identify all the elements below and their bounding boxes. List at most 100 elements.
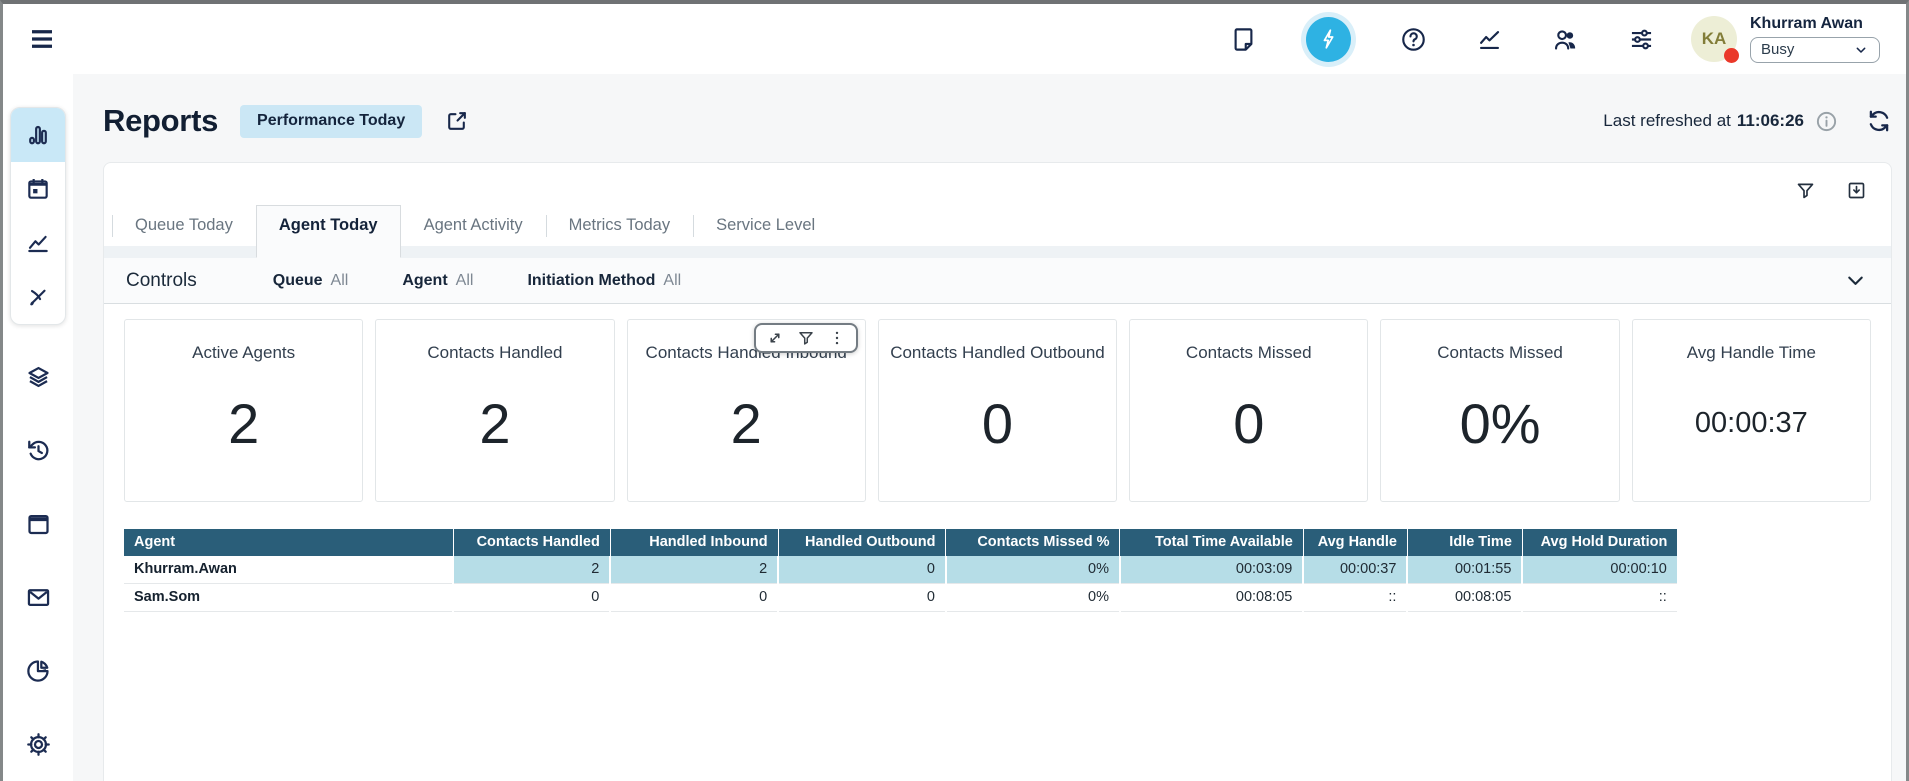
browser-window-icon [25, 511, 52, 538]
column-header-contacts-handled[interactable]: Contacts Handled [453, 529, 610, 556]
table-cell: 0 [610, 584, 778, 612]
help-icon[interactable] [1400, 26, 1427, 53]
avatar-initials: KA [1702, 29, 1727, 49]
kpi-card-value: 00:00:37 [1695, 363, 1808, 501]
filter-funnel-icon[interactable] [1795, 180, 1816, 201]
controls-collapse-chevron-icon[interactable] [1844, 269, 1867, 292]
download-icon[interactable] [1846, 180, 1867, 201]
table-cell: 00:01:55 [1407, 556, 1522, 584]
design-brush-icon [25, 284, 51, 310]
kpi-card-value: 0% [1460, 363, 1541, 501]
kpi-card-title: Contacts Missed [1186, 343, 1312, 363]
table-cell: :: [1522, 584, 1677, 612]
sidebar-item-reports[interactable] [11, 108, 65, 162]
card-hover-toolbar [754, 323, 858, 353]
table-cell: 2 [610, 556, 778, 584]
column-header-total-time-available[interactable]: Total Time Available [1120, 529, 1303, 556]
filter-queue[interactable]: Queue All [273, 272, 349, 290]
tab-service-level[interactable]: Service Level [693, 205, 838, 258]
sidebar-item-history[interactable] [11, 414, 65, 487]
column-header-avg-hold-duration[interactable]: Avg Hold Duration [1522, 529, 1677, 556]
status-dot [1724, 48, 1739, 63]
last-refreshed-label: Last refreshed at [1603, 111, 1731, 131]
table-cell: 0 [778, 584, 946, 612]
kpi-card-value: 0 [982, 363, 1013, 501]
status-select-value: Busy [1761, 41, 1794, 58]
notes-icon[interactable] [1230, 26, 1257, 53]
table-cell: 00:00:10 [1522, 556, 1677, 584]
sidebar-item-dashboard[interactable] [11, 634, 65, 707]
table-row: Khurram.Awan2200%00:03:0900:00:3700:01:5… [124, 556, 1678, 584]
avatar[interactable]: KA [1691, 16, 1737, 62]
column-header-agent[interactable]: Agent [124, 529, 453, 556]
table-cell: 0% [946, 584, 1120, 612]
filter-value: All [331, 272, 349, 289]
agents-icon[interactable] [1552, 26, 1579, 53]
expand-icon[interactable] [766, 329, 784, 347]
tab-queue-today[interactable]: Queue Today [112, 205, 256, 258]
kpi-card-title: Contacts Handled Outbound [890, 343, 1105, 363]
filter-label: Agent [402, 272, 447, 289]
line-chart-icon [25, 230, 51, 256]
calendar-icon [25, 176, 51, 202]
settings-sliders-icon[interactable] [1628, 26, 1655, 53]
kebab-menu-icon[interactable] [828, 329, 846, 347]
info-icon[interactable] [1815, 110, 1838, 133]
quick-connect-bolt-icon[interactable] [1306, 17, 1351, 62]
sidebar-item-schedule[interactable] [11, 162, 65, 216]
kpi-card-value: 0 [1233, 363, 1264, 501]
tab-agent-activity[interactable]: Agent Activity [401, 205, 546, 258]
filter-initiation-method[interactable]: Initiation MethodAll [527, 272, 681, 290]
kpi-card-title: Contacts Missed [1437, 343, 1563, 363]
tab-metrics-today[interactable]: Metrics Today [546, 205, 693, 258]
filter-agent[interactable]: AgentAll [402, 272, 473, 290]
report-badge[interactable]: Performance Today [240, 105, 422, 138]
refresh-icon[interactable] [1866, 108, 1892, 134]
kpi-card-avg-handle-time: Avg Handle Time00:00:37 [1632, 319, 1871, 502]
kpi-card-contacts-handled: Contacts Handled2 [375, 319, 614, 502]
kpi-card-contacts-handled-inbound: Contacts Handled Inbound2 [627, 319, 866, 502]
user-name: Khurram Awan [1750, 15, 1880, 33]
report-panel: Queue TodayAgent TodayAgent ActivityMetr… [103, 162, 1892, 781]
table-cell: 2 [453, 556, 610, 584]
external-link-icon[interactable] [444, 109, 469, 134]
kpi-card-value: 2 [731, 363, 762, 501]
kpi-card-contacts-handled-outbound: Contacts Handled Outbound0 [878, 319, 1117, 502]
sidebar-item-layers[interactable] [11, 341, 65, 414]
history-icon [25, 437, 52, 464]
status-select[interactable]: Busy [1750, 37, 1880, 63]
filter-funnel-icon[interactable] [797, 329, 815, 347]
filter-label: Queue [273, 272, 323, 289]
table-row: Sam.Som0000%00:08:05::00:08:05:: [124, 584, 1678, 612]
sidebar-item-mail[interactable] [11, 561, 65, 634]
sidebar-item-analytics[interactable] [11, 216, 65, 270]
sidebar-item-customize[interactable] [11, 270, 65, 324]
agent-name-cell: Sam.Som [124, 584, 453, 612]
table-cell: 0 [778, 556, 946, 584]
column-header-handled-outbound[interactable]: Handled Outbound [778, 529, 946, 556]
tab-agent-today[interactable]: Agent Today [256, 205, 401, 258]
chevron-down-icon [1853, 42, 1869, 58]
kpi-card-title: Avg Handle Time [1687, 343, 1816, 363]
agent-table-wrap: AgentContacts HandledHandled InboundHand… [104, 502, 1891, 612]
table-cell: 00:03:09 [1120, 556, 1303, 584]
column-header-handled-inbound[interactable]: Handled Inbound [610, 529, 778, 556]
hamburger-menu-icon[interactable] [27, 24, 57, 54]
sidebar-item-settings[interactable] [11, 708, 65, 781]
table-cell: 00:08:05 [1120, 584, 1303, 612]
controls-filters: Queue All AgentAll Initiation MethodAll [273, 272, 735, 290]
bar-chart-icon [25, 122, 51, 148]
table-cell: 00:00:37 [1303, 556, 1407, 584]
metrics-icon[interactable] [1476, 26, 1503, 53]
main-content: Reports Performance Today Last refreshed… [73, 74, 1906, 781]
sidebar-item-browser[interactable] [11, 488, 65, 561]
pie-chart-icon [25, 657, 52, 684]
layers-icon [25, 364, 52, 391]
kpi-card-title: Contacts Handled [427, 343, 562, 363]
kpi-card-value: 2 [479, 363, 510, 501]
column-header-avg-handle[interactable]: Avg Handle [1303, 529, 1407, 556]
table-cell: 0% [946, 556, 1120, 584]
column-header-idle-time[interactable]: Idle Time [1407, 529, 1522, 556]
column-header-contacts-missed[interactable]: Contacts Missed % [946, 529, 1120, 556]
agent-table: AgentContacts HandledHandled InboundHand… [124, 529, 1679, 612]
